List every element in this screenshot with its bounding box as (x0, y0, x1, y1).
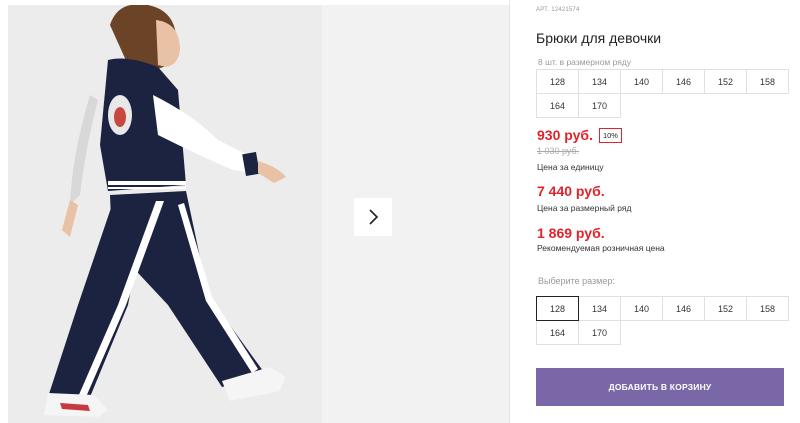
size-select-label: Выберите размер: (538, 276, 615, 286)
old-price: 1 030 руб. (537, 146, 580, 156)
add-to-cart-button[interactable]: ДОБАВИТЬ В КОРЗИНУ (536, 368, 784, 406)
size-select-grid: 128 134 140 146 152 158 164 170 (536, 296, 789, 345)
size-option[interactable]: 158 (746, 296, 789, 321)
size-option[interactable]: 146 (662, 296, 705, 321)
unit-price-row: 930 руб. 10% (537, 127, 622, 143)
size-option[interactable]: 140 (620, 296, 663, 321)
unit-price: 930 руб. (537, 127, 593, 143)
sku: АРТ. 12421574 (536, 7, 582, 13)
product-title: Брюки для девочки (536, 30, 662, 46)
unit-price-caption: Цена за единицу (537, 162, 604, 172)
size-option[interactable]: 170 (578, 320, 621, 345)
retail-price: 1 869 руб. (537, 225, 605, 241)
pack-note: 8 шт. в размерном ряду (538, 57, 632, 67)
size-option[interactable]: 134 (578, 296, 621, 321)
product-photo-illustration (8, 5, 322, 423)
retail-price-caption: Рекомендуемая розничная цена (537, 243, 665, 253)
pack-price: 7 440 руб. (537, 183, 605, 199)
size-option[interactable]: 164 (536, 320, 579, 345)
pack-size-grid: 128 134 140 146 152 158 164 170 (536, 69, 789, 118)
sku-value: 12421574 (551, 7, 580, 13)
product-gallery (8, 5, 510, 423)
pack-size: 170 (578, 93, 621, 118)
size-option-selected[interactable]: 128 (536, 296, 579, 321)
size-option[interactable]: 152 (704, 296, 747, 321)
next-image-button[interactable] (354, 198, 392, 236)
pack-size: 140 (620, 69, 663, 94)
discount-badge: 10% (598, 127, 622, 143)
sku-label: АРТ. (536, 7, 550, 13)
product-photo[interactable] (8, 5, 322, 423)
product-page: АРТ. 12421574 Брюки для девочки 8 шт. в р… (0, 0, 800, 423)
pack-size: 164 (536, 93, 579, 118)
divider (509, 0, 510, 423)
pack-size: 158 (746, 69, 789, 94)
pack-size: 146 (662, 69, 705, 94)
pack-size: 152 (704, 69, 747, 94)
pack-size: 134 (578, 69, 621, 94)
pack-size: 128 (536, 69, 579, 94)
chevron-right-icon (369, 209, 379, 225)
pack-price-caption: Цена за размерный ряд (537, 203, 632, 213)
